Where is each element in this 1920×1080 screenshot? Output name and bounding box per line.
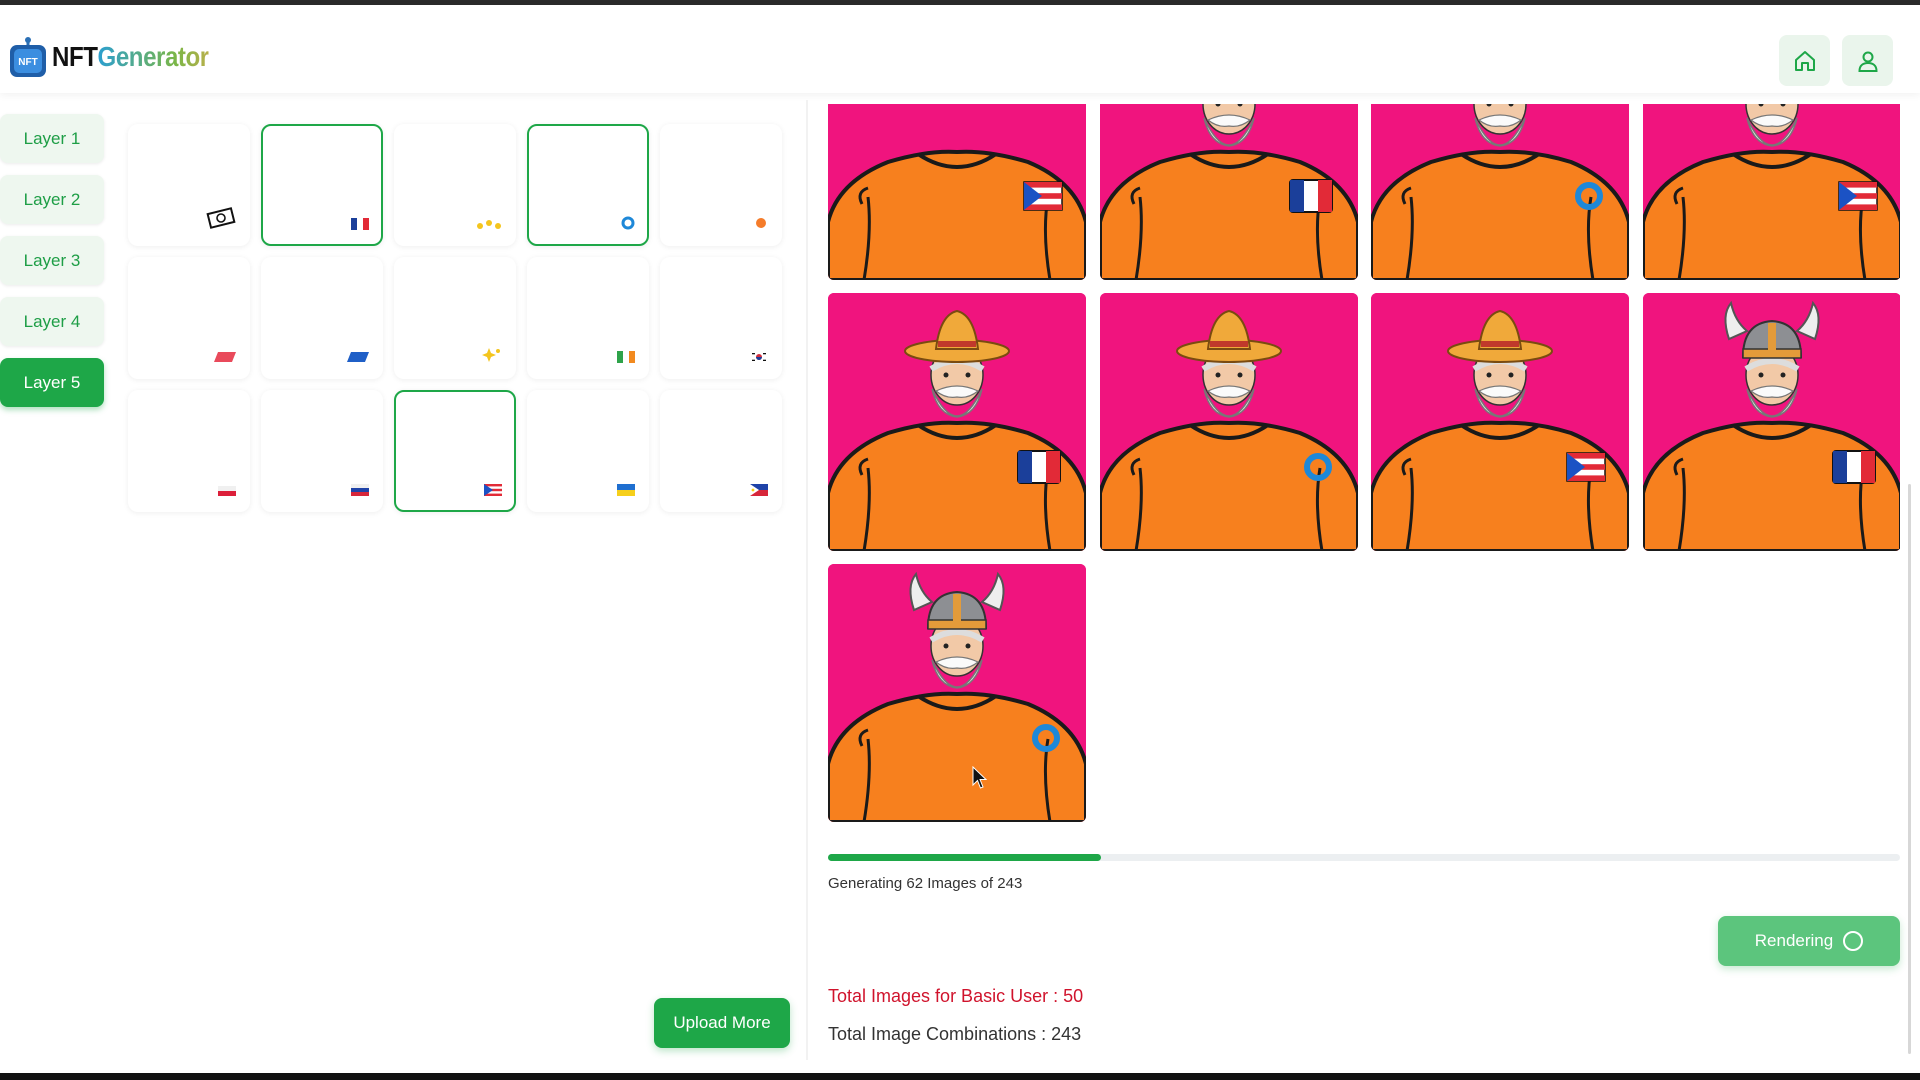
shaka-sign-icon (206, 207, 236, 229)
trait-tile-puerto-rico[interactable] (394, 390, 516, 512)
trait-tile-stars[interactable] (394, 124, 516, 246)
nft-card[interactable] (828, 293, 1086, 551)
sun-icon (756, 218, 766, 228)
trait-tile-sparkle[interactable] (394, 257, 516, 379)
nft-card[interactable] (1642, 104, 1900, 280)
korea-flag-icon (750, 351, 768, 363)
trait-tile-sun[interactable] (660, 124, 782, 246)
layer-5-button[interactable]: Layer 5 (0, 358, 104, 407)
nft-artwork-image (1371, 293, 1629, 551)
layer-list: Layer 1 Layer 2 Layer 3 Layer 4 Layer 5 (0, 114, 106, 419)
layer-4-button[interactable]: Layer 4 (0, 297, 104, 346)
trait-tile-france[interactable] (261, 124, 383, 246)
logo-badge-icon: NFT (8, 36, 48, 78)
home-button[interactable] (1779, 35, 1830, 86)
nft-artwork-image (828, 104, 1086, 280)
nft-card[interactable] (1371, 293, 1629, 551)
trait-tile-philippines[interactable] (660, 390, 782, 512)
trait-tile-russia[interactable] (261, 390, 383, 512)
nft-artwork-image (1099, 293, 1358, 551)
rendering-label: Rendering (1754, 931, 1834, 950)
nft-card[interactable] (1371, 104, 1629, 280)
trait-tile-blue-ring[interactable] (527, 124, 649, 246)
rendering-button[interactable]: Rendering (1718, 916, 1900, 966)
nft-artwork-image (828, 564, 1086, 822)
nft-artwork-image (1099, 104, 1358, 280)
logo-generator-text: Generator (97, 41, 210, 72)
ukraine-flag-icon (617, 484, 635, 496)
nft-artwork-image (1642, 293, 1900, 551)
loading-spinner-icon (1843, 931, 1864, 951)
scrollbar[interactable] (1908, 484, 1911, 1054)
upload-more-button[interactable]: Upload More (654, 998, 790, 1048)
mouse-cursor-icon (972, 766, 988, 789)
trait-tile-blue-patch[interactable] (261, 257, 383, 379)
trait-tile-ukraine[interactable] (527, 390, 649, 512)
nft-artwork-image (828, 293, 1086, 551)
ireland-flag-icon (617, 351, 635, 363)
puerto-rico-flag-icon (484, 484, 502, 496)
svg-text:NFT: NFT (18, 57, 37, 68)
stars-icon (477, 220, 501, 229)
app-logo[interactable]: NFT NFTGenerator (8, 35, 234, 79)
trait-tile-korea[interactable] (660, 257, 782, 379)
total-combinations-text: Total Image Combinations : 243 (828, 1024, 1082, 1044)
logo-wordmark: NFTGenerator (52, 41, 209, 73)
trait-tile-red-patch[interactable] (128, 257, 250, 379)
basic-user-limit-text: Total Images for Basic User : 50 (828, 986, 1084, 1006)
nft-card[interactable] (1099, 104, 1358, 280)
generation-progress-bar (828, 854, 1900, 861)
layer-3-button[interactable]: Layer 3 (0, 236, 104, 285)
nft-artwork-image (1642, 104, 1900, 280)
poland-flag-icon (218, 486, 236, 496)
logo-nft-text: NFT (52, 41, 98, 72)
russia-flag-icon (351, 484, 369, 496)
blue-ring-icon (621, 216, 635, 230)
nft-card[interactable] (828, 564, 1086, 822)
trait-tile-shaka[interactable] (128, 124, 250, 246)
trait-tile-poland[interactable] (128, 390, 250, 512)
user-profile-button[interactable] (1842, 35, 1893, 86)
progress-status-text: Generating 62 Images of 243 (828, 875, 1023, 892)
philippines-flag-icon (750, 484, 768, 496)
nft-card[interactable] (828, 104, 1086, 280)
layer-2-button[interactable]: Layer 2 (0, 175, 104, 224)
panel-divider (806, 100, 808, 1060)
user-icon (1857, 51, 1878, 72)
home-icon (1794, 50, 1815, 71)
nft-card[interactable] (1099, 293, 1358, 551)
trait-grid (128, 124, 788, 512)
nft-card[interactable] (1642, 293, 1900, 551)
red-patch-icon (214, 352, 236, 362)
trait-tile-ireland[interactable] (527, 257, 649, 379)
app-header: NFT NFTGenerator (0, 5, 1920, 93)
blue-patch-icon (347, 352, 369, 362)
bottom-window-edge (0, 1073, 1920, 1080)
layer-1-button[interactable]: Layer 1 (0, 114, 104, 163)
france-flag-icon (351, 218, 369, 230)
nft-artwork-image (1371, 104, 1629, 280)
generated-gallery (828, 104, 1900, 824)
sparkle-icon (482, 348, 500, 362)
progress-fill (828, 854, 1102, 861)
